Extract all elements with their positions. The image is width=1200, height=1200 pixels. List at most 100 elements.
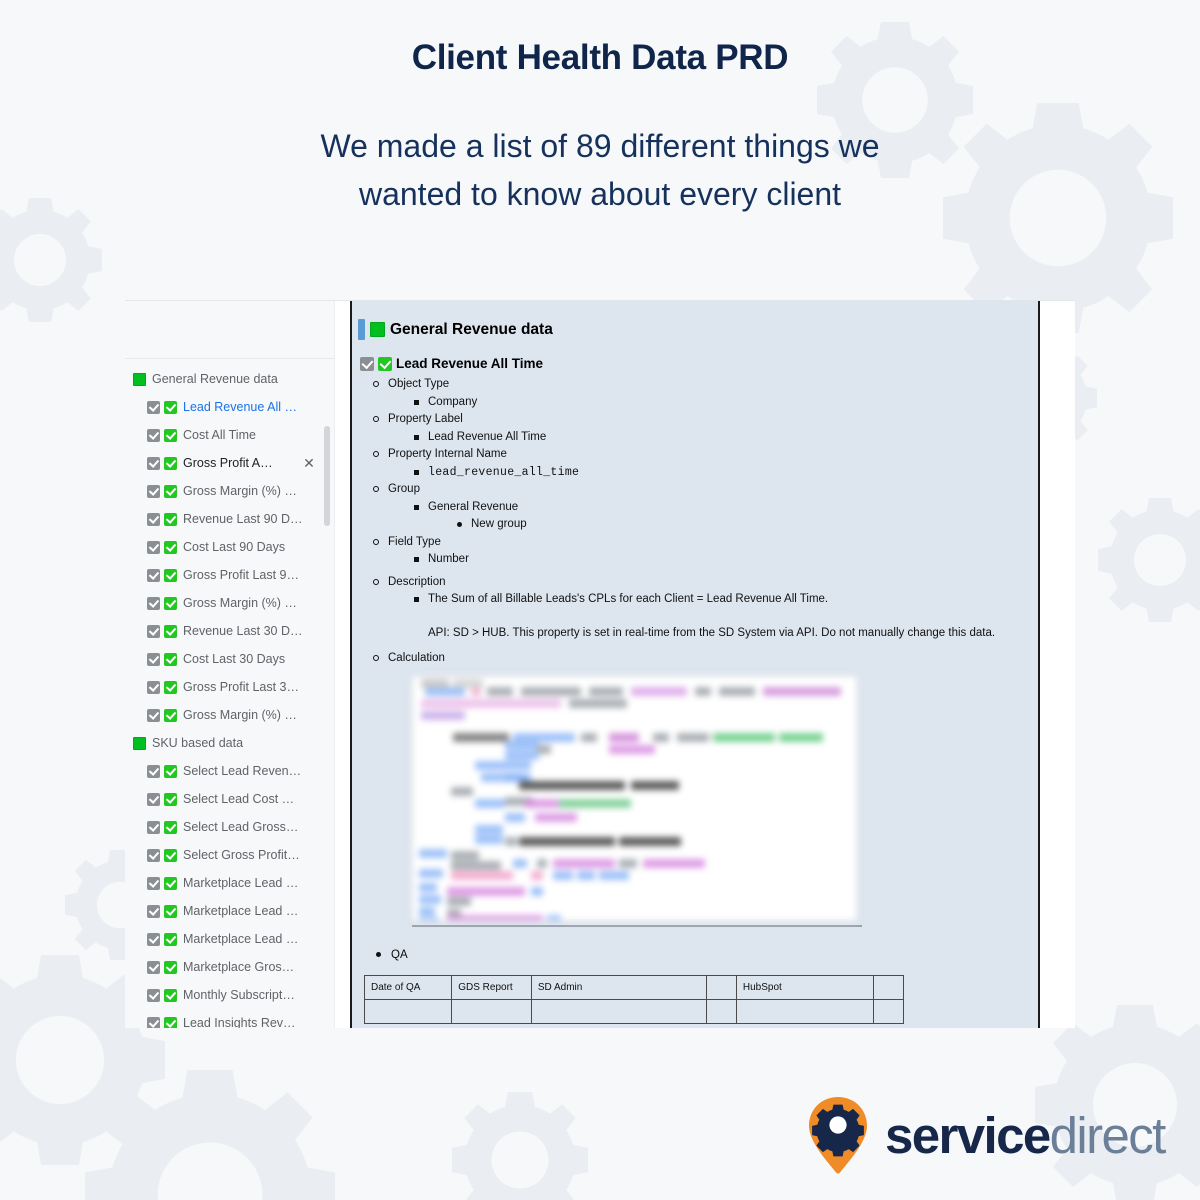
checkbox-checked-icon[interactable]: [147, 428, 160, 442]
code-token: [525, 798, 559, 808]
outline-item[interactable]: Lead Revenue All …: [125, 393, 334, 421]
outline-item-label: Lead Insights Rev…: [183, 1016, 296, 1028]
checkbox-checked-icon[interactable]: [147, 624, 160, 638]
document-right-padding: [1042, 301, 1075, 1028]
green-check-emoji-icon: [164, 456, 177, 470]
code-token: [419, 868, 443, 878]
outline-item[interactable]: Marketplace Lead …: [125, 897, 334, 925]
green-square-icon: [133, 736, 146, 750]
outline-item-label: Select Lead Reven…: [183, 764, 302, 778]
page-subtitle: We made a list of 89 different things we…: [320, 128, 880, 212]
checkbox-checked-icon[interactable]: [147, 764, 160, 778]
property-heading: Lead Revenue All Time: [352, 340, 1038, 371]
green-check-emoji-icon: [164, 512, 177, 526]
outline-list[interactable]: General Revenue data Lead Revenue All … Co…: [125, 359, 334, 1028]
checkbox-checked-icon[interactable]: [147, 400, 160, 414]
outline-item-label: Gross Profit Last 9…: [183, 568, 300, 582]
outline-group-1[interactable]: SKU based data: [125, 729, 334, 757]
checkbox-checked-icon[interactable]: [147, 960, 160, 974]
outline-item[interactable]: Select Lead Cost …: [125, 785, 334, 813]
bullet-circle-icon: [373, 578, 379, 585]
green-check-emoji-icon: [164, 400, 177, 414]
code-token: [447, 914, 543, 920]
close-icon[interactable]: ✕: [302, 456, 316, 470]
field-value: lead_revenue_all_time: [428, 465, 580, 479]
bullet-circle-icon: [373, 486, 379, 492]
checkbox-checked-icon[interactable]: [147, 792, 160, 806]
checkbox-checked-icon[interactable]: [147, 680, 160, 694]
checkbox-checked-icon[interactable]: [147, 708, 160, 722]
green-check-emoji-icon: [164, 848, 177, 862]
outline-item[interactable]: Gross Profit Last 9…: [125, 561, 334, 589]
checkbox-checked-icon[interactable]: [360, 356, 374, 371]
code-token: [609, 744, 655, 754]
code-token: [519, 836, 615, 846]
green-check-emoji-icon: [164, 540, 177, 554]
checkbox-checked-icon[interactable]: [147, 568, 160, 582]
checkbox-checked-icon[interactable]: [147, 596, 160, 610]
outline-item[interactable]: Gross Margin (%) …: [125, 701, 334, 729]
checkbox-checked-icon[interactable]: [147, 876, 160, 890]
outline-item[interactable]: Gross Margin (%) …: [125, 589, 334, 617]
logo-wordmark: servicedirect: [885, 1106, 1166, 1164]
code-token: [505, 812, 525, 822]
field-label: Group: [388, 483, 420, 495]
green-check-emoji-icon: [164, 1016, 177, 1028]
logo-word-service: service: [885, 1106, 1051, 1164]
outline-item[interactable]: Monthly Subscript…: [125, 981, 334, 1009]
outline-item[interactable]: Select Lead Reven…: [125, 757, 334, 785]
outline-group-0[interactable]: General Revenue data: [125, 365, 334, 393]
code-token: [451, 870, 513, 880]
checkbox-checked-icon[interactable]: [147, 652, 160, 666]
description-values: The Sum of all Billable Leads's CPLs for…: [388, 591, 1038, 642]
code-token: [537, 744, 551, 754]
outline-item[interactable]: Lead Insights Rev…: [125, 1009, 334, 1028]
outline-item[interactable]: Marketplace Lead …: [125, 869, 334, 897]
outline-item[interactable]: Select Gross Profit…: [125, 841, 334, 869]
qa-table-header-row: Date of QA GDS Report SD Admin HubSpot: [363, 974, 904, 1000]
outline-item[interactable]: Cost Last 30 Days: [125, 645, 334, 673]
outline-item[interactable]: Select Lead Gross…: [125, 813, 334, 841]
checkbox-checked-icon[interactable]: [147, 820, 160, 834]
outline-item[interactable]: Marketplace Gros…: [125, 953, 334, 981]
field-value-list: Company: [388, 394, 1038, 412]
outline-item[interactable]: Gross Profit A… ✕: [125, 449, 334, 477]
green-check-emoji-icon: [164, 988, 177, 1002]
sidebar-scrollbar[interactable]: [324, 426, 330, 526]
calculation-code-screenshot: [412, 675, 857, 921]
green-square-icon: [133, 372, 146, 386]
qa-table-header-cell: SD Admin: [530, 974, 708, 1000]
description-note: API: SD > HUB. This property is set in r…: [428, 626, 996, 639]
checkbox-checked-icon[interactable]: [147, 848, 160, 862]
code-token: [519, 780, 625, 790]
code-token: [421, 698, 561, 708]
outline-item[interactable]: Cost Last 90 Days: [125, 533, 334, 561]
outline-item[interactable]: Revenue Last 30 D…: [125, 617, 334, 645]
field-item: Object Type Company: [373, 376, 1038, 412]
checkbox-checked-icon[interactable]: [147, 932, 160, 946]
bullet-square-icon: [414, 469, 419, 475]
code-token: [421, 710, 465, 720]
page-title: Client Health Data PRD: [411, 38, 789, 77]
checkbox-checked-icon[interactable]: [147, 512, 160, 526]
outline-item[interactable]: Cost All Time: [125, 421, 334, 449]
checkbox-checked-icon[interactable]: [147, 904, 160, 918]
outline-item-label: Select Lead Gross…: [183, 820, 299, 834]
checkbox-checked-icon[interactable]: [147, 484, 160, 498]
outline-sidebar[interactable]: General Revenue data Lead Revenue All … Co…: [125, 301, 335, 1028]
checkbox-checked-icon[interactable]: [147, 988, 160, 1002]
checkbox-checked-icon[interactable]: [147, 1016, 160, 1028]
checkbox-checked-icon[interactable]: [147, 540, 160, 554]
outline-item[interactable]: Gross Profit Last 3…: [125, 673, 334, 701]
bullet-circle-icon: [373, 416, 379, 422]
field-item: Group General Revenue New group: [373, 481, 1038, 534]
green-check-emoji-icon: [164, 792, 177, 806]
green-check-emoji-icon: [164, 904, 177, 918]
checkbox-checked-icon[interactable]: [147, 456, 160, 470]
outline-item-label: Cost All Time: [183, 428, 256, 442]
outline-item[interactable]: Revenue Last 90 D…: [125, 505, 334, 533]
outline-item[interactable]: Gross Margin (%) …: [125, 477, 334, 505]
outline-item[interactable]: Marketplace Lead …: [125, 925, 334, 953]
field-subvalue-item: New group: [457, 516, 1038, 534]
outline-item-label: Marketplace Lead …: [183, 876, 299, 890]
